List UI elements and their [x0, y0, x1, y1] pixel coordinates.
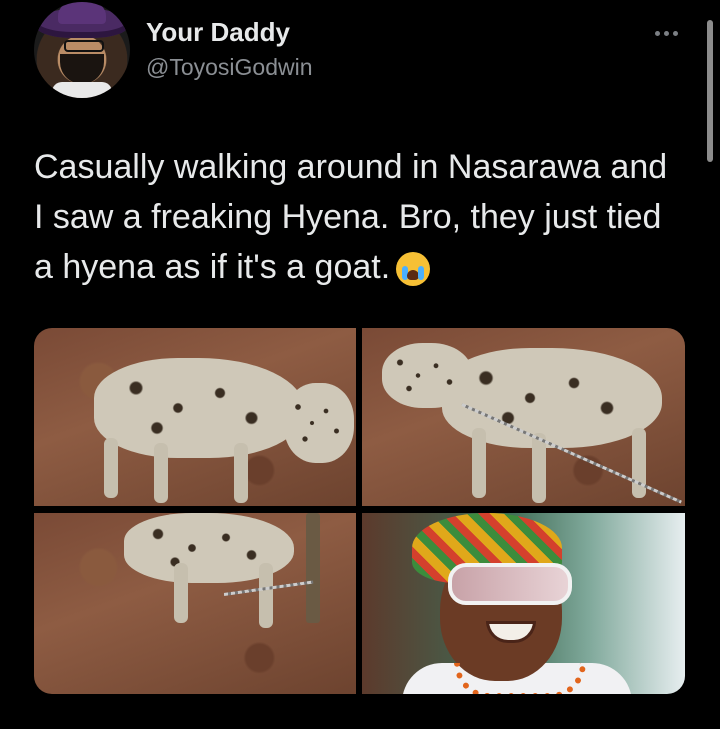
hyena-leg [154, 443, 168, 503]
hyena-leg [532, 433, 546, 503]
dot [673, 30, 678, 36]
hyena-leg [104, 438, 118, 498]
author-name[interactable]: Your Daddy [146, 17, 290, 48]
hyena-body [94, 358, 304, 458]
tweet-body: Casually walking around in Nasarawa and … [34, 148, 677, 286]
media-photo-3[interactable] [34, 513, 356, 694]
hyena-leg [259, 563, 273, 628]
wooden-stake [306, 513, 320, 623]
sunglasses [448, 563, 572, 605]
avatar-hat-crown [58, 2, 106, 24]
loudly-crying-face-emoji-icon [396, 252, 431, 287]
hyena-leg [472, 428, 486, 498]
tweet-text: Casually walking around in Nasarawa and … [34, 142, 684, 292]
avatar-glasses [64, 40, 104, 52]
media-grid [34, 328, 685, 694]
bead-necklace [454, 663, 586, 694]
avatar[interactable] [34, 2, 130, 98]
author-handle[interactable]: @ToyosiGodwin [146, 54, 313, 81]
avatar-beard [60, 54, 104, 84]
hyena-head [382, 343, 472, 408]
avatar-shirt [52, 82, 112, 98]
media-photo-4[interactable] [362, 513, 685, 694]
media-photo-1[interactable] [34, 328, 356, 506]
media-photo-2[interactable] [362, 328, 685, 506]
hyena-leg [234, 443, 248, 503]
scrollbar[interactable] [707, 20, 713, 162]
hyena-leg [174, 563, 188, 623]
dot [655, 30, 660, 36]
dot [664, 30, 669, 36]
more-options-icon[interactable] [655, 28, 685, 38]
hyena-head [284, 383, 354, 463]
